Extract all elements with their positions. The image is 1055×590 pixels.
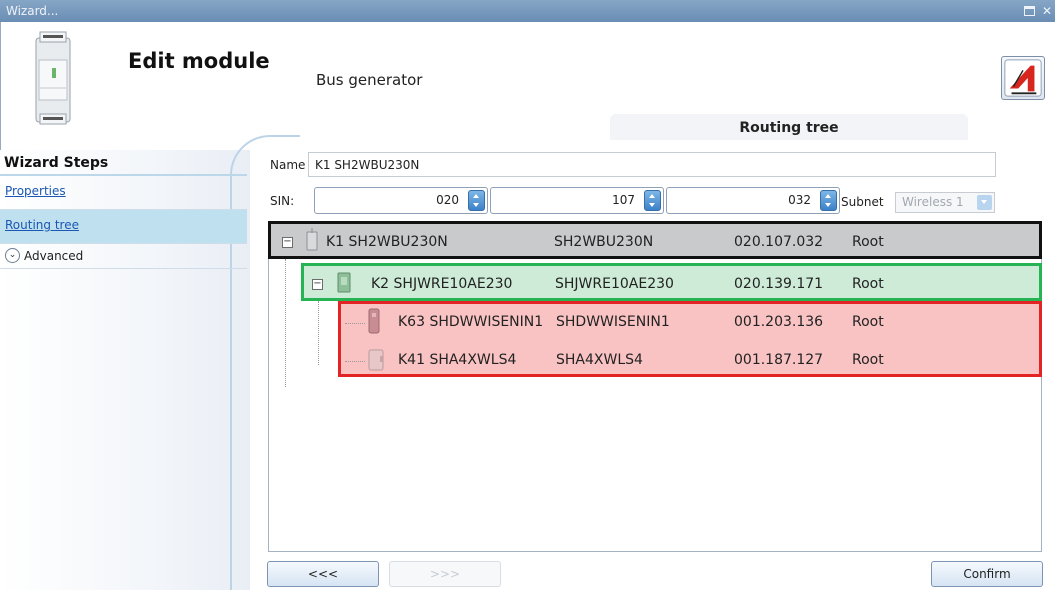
collapse-icon[interactable]: − bbox=[282, 237, 293, 248]
tree-connector bbox=[318, 301, 319, 365]
sin-field-1-value[interactable]: 020 bbox=[436, 193, 459, 207]
tree-row-model: SHJWRE10AE230 bbox=[555, 276, 674, 292]
tree-row-address: 020.107.032 bbox=[734, 234, 824, 250]
name-input[interactable] bbox=[308, 152, 996, 177]
page-title: Edit module bbox=[128, 49, 270, 73]
advanced-toggle[interactable]: ⌄ Advanced bbox=[5, 248, 83, 263]
tree-row-route: Root bbox=[852, 234, 884, 250]
close-icon[interactable]: ✕ bbox=[1041, 5, 1053, 17]
advanced-label[interactable]: Advanced bbox=[24, 249, 83, 263]
collapse-icon[interactable]: − bbox=[312, 279, 323, 290]
subnet-select-value[interactable]: Wireless 1 bbox=[902, 195, 964, 209]
maximize-icon[interactable] bbox=[1024, 6, 1035, 16]
tree-row-route: Root bbox=[852, 314, 884, 330]
tree-row-address: 020.139.171 bbox=[734, 276, 824, 292]
tree-row-endpoint[interactable]: K41 SHA4XWLS4 SHA4XWLS4 001.187.127 Root bbox=[341, 342, 1039, 380]
sin-field-3-value[interactable]: 032 bbox=[788, 193, 811, 207]
device-icon bbox=[337, 272, 351, 293]
divider bbox=[0, 243, 247, 244]
tree-row-route: Root bbox=[852, 276, 884, 292]
spinner-icon[interactable] bbox=[820, 190, 837, 211]
wizard-steps-title: Wizard Steps bbox=[4, 155, 109, 171]
spinner-icon[interactable] bbox=[644, 190, 661, 211]
step-properties-label[interactable]: Properties bbox=[5, 184, 66, 198]
sin-field-2[interactable]: 107 bbox=[490, 187, 664, 214]
tree-row-name: K1 SH2WBU230N bbox=[326, 234, 448, 250]
sin-field-3[interactable]: 032 bbox=[666, 187, 840, 214]
step-routing-tree[interactable]: Routing tree bbox=[0, 210, 247, 243]
section-tab-routing-tree: Routing tree bbox=[610, 114, 968, 140]
tree-row-model: SHA4XWLS4 bbox=[556, 352, 643, 368]
tree-connector bbox=[345, 323, 365, 324]
window-titlebar: Wizard... ✕ bbox=[0, 0, 1055, 22]
tree-row-model: SH2WBU230N bbox=[554, 234, 654, 250]
sin-field-2-value[interactable]: 107 bbox=[612, 193, 635, 207]
tree-row-name: K2 SHJWRE10AE230 bbox=[371, 276, 513, 292]
module-device-icon bbox=[35, 31, 71, 125]
tree-row-router[interactable]: − K2 SHJWRE10AE230 SHJWRE10AE230 020.139… bbox=[301, 263, 1042, 301]
window-title: Wizard... bbox=[6, 4, 59, 18]
sin-label: SIN: bbox=[270, 194, 295, 208]
tree-row-name: K41 SHA4XWLS4 bbox=[398, 352, 517, 368]
page-subtitle: Bus generator bbox=[316, 71, 423, 89]
tree-connector bbox=[285, 259, 286, 387]
chevron-down-icon[interactable] bbox=[977, 195, 992, 210]
subnet-label: Subnet bbox=[841, 195, 884, 209]
tree-row-address: 001.187.127 bbox=[734, 352, 824, 368]
sensor-device-icon bbox=[368, 349, 384, 371]
sensor-device-icon bbox=[368, 308, 380, 334]
tree-row-address: 001.203.136 bbox=[734, 314, 824, 330]
chevron-down-icon[interactable]: ⌄ bbox=[5, 248, 20, 263]
brand-logo-icon[interactable] bbox=[1001, 56, 1045, 100]
subnet-select[interactable]: Wireless 1 bbox=[895, 192, 995, 213]
tree-connector bbox=[345, 361, 365, 362]
divider bbox=[0, 268, 247, 269]
step-routing-tree-label[interactable]: Routing tree bbox=[5, 218, 79, 232]
name-label: Name bbox=[270, 158, 306, 172]
tree-row-name: K63 SHDWWISENIN1 bbox=[398, 314, 544, 330]
spinner-icon[interactable] bbox=[468, 190, 485, 211]
tree-row-root[interactable]: − K1 SH2WBU230N SH2WBU230N 020.107.032 R… bbox=[268, 221, 1042, 259]
tree-row-model: SHDWWISENIN1 bbox=[556, 314, 670, 330]
step-properties[interactable]: Properties bbox=[0, 176, 247, 209]
sin-field-1[interactable]: 020 bbox=[314, 187, 488, 214]
back-button[interactable]: <<< bbox=[267, 561, 379, 587]
tree-row-route: Root bbox=[852, 352, 884, 368]
device-icon bbox=[306, 228, 318, 251]
next-button[interactable]: >>> bbox=[389, 561, 501, 587]
tree-row-endpoint[interactable]: K63 SHDWWISENIN1 SHDWWISENIN1 001.203.13… bbox=[341, 304, 1039, 342]
confirm-button[interactable]: Confirm bbox=[931, 561, 1043, 587]
